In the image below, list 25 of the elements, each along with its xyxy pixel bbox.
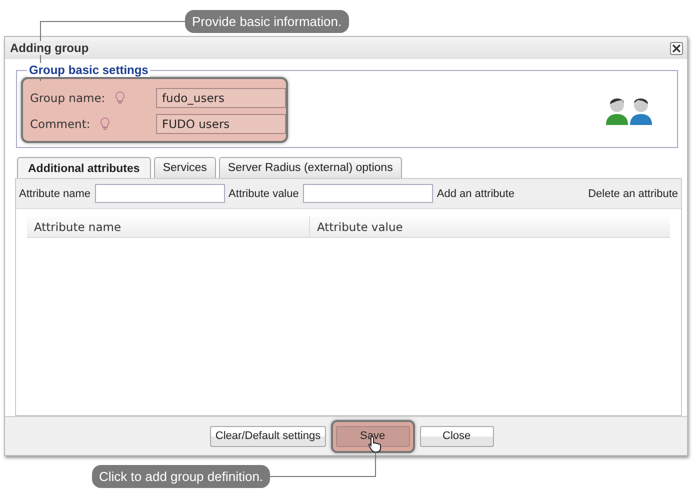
field-label: Attribute value: [228, 188, 299, 200]
column-header[interactable]: Attribute name: [27, 216, 310, 237]
callout-tooltip: Provide basic information.: [185, 10, 349, 33]
close-icon: [672, 44, 681, 52]
tab[interactable]: Additional attributes: [17, 157, 151, 179]
text-field[interactable]: fudo_users: [156, 88, 286, 108]
input-field[interactable]: [302, 184, 433, 203]
window-title: Adding group: [10, 41, 89, 55]
dialog-button[interactable]: Clear/Default settings: [210, 426, 326, 446]
field-label: Group name:: [30, 91, 106, 105]
tab[interactable]: Services: [154, 157, 216, 178]
text-field[interactable]: FUDO users: [156, 114, 286, 134]
lightbulb-icon: [100, 117, 110, 131]
field-label: Comment:: [30, 117, 90, 131]
lightbulb-icon: [115, 91, 126, 105]
callout-tooltip: Click to add group definition.: [92, 465, 270, 488]
field-label: Attribute name: [19, 188, 91, 200]
dialog-button[interactable]: Close: [420, 426, 494, 446]
group-legend: Group basic settings: [27, 63, 150, 77]
tab[interactable]: Server Radius (external) options: [218, 157, 402, 178]
column-header[interactable]: Attribute value: [310, 216, 403, 237]
close-button[interactable]: [670, 42, 683, 54]
add-attribute-link[interactable]: Add an attribute: [436, 188, 515, 200]
delete-attribute-link[interactable]: Delete an attribute: [588, 188, 678, 200]
input-field[interactable]: [94, 184, 225, 203]
